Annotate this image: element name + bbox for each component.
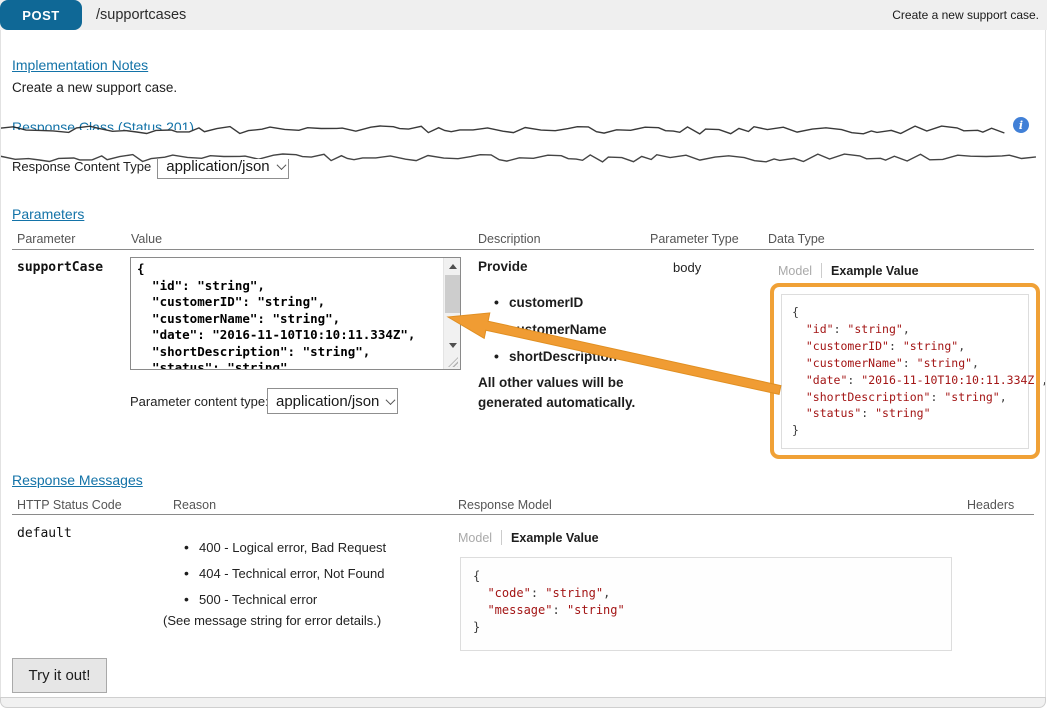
operation-panel: POST /supportcases Create a new support … (0, 0, 1047, 708)
data-type-example-box: { "id": "string", "customerID": "string"… (781, 294, 1029, 449)
list-item: customerID (492, 295, 617, 310)
description-intro: Provide (478, 259, 528, 274)
reason-list: 400 - Logical error, Bad Request 404 - T… (182, 540, 386, 607)
col-parameter: Parameter (17, 232, 75, 246)
info-icon[interactable]: i (1013, 117, 1029, 133)
parameter-content-type-label: Parameter content type: (130, 394, 269, 409)
data-type-example-json: { "id": "string", "customerID": "string"… (792, 304, 1018, 439)
response-model-tabs: Model Example Value (458, 529, 599, 547)
list-item: 500 - Technical error (182, 592, 386, 607)
chevron-down-icon (276, 160, 286, 170)
col-description: Description (478, 232, 541, 246)
operation-path[interactable]: /supportcases (96, 0, 186, 30)
supportcase-value-textarea[interactable]: { "id": "string", "customerID": "string"… (130, 257, 461, 370)
tab-model[interactable]: Model (458, 531, 492, 545)
scroll-down-button[interactable] (444, 337, 461, 353)
chevron-down-icon (386, 395, 396, 405)
implementation-notes-link[interactable]: Implementation Notes (12, 57, 148, 73)
scrollbar-thumb[interactable] (445, 275, 460, 313)
response-class-link[interactable]: Response Class (Status 201) (12, 119, 194, 130)
responses-header-rule (12, 514, 1034, 515)
response-messages-link[interactable]: Response Messages (12, 472, 143, 488)
reason-note: (See message string for error details.) (163, 613, 381, 628)
response-status-code: default (17, 526, 72, 541)
list-item: shortDescription (492, 349, 617, 364)
response-content-type-value: application/json (166, 159, 269, 175)
description-items: customerID customerName shortDescription (492, 295, 617, 364)
scroll-up-button[interactable] (444, 258, 461, 274)
info-icon-glyph: i (1019, 119, 1023, 132)
http-method-badge[interactable]: POST (0, 0, 82, 30)
col-response-model: Response Model (458, 498, 552, 512)
torn-response-class-fragment: Response Class (Status 201) (12, 119, 332, 130)
supportcase-value-text: { "id": "string", "customerID": "string"… (137, 261, 441, 369)
try-it-out-button[interactable]: Try it out! (12, 658, 107, 693)
torn-response-content-type-fragment: Response Content Type application/json (12, 159, 442, 190)
list-item: 400 - Logical error, Bad Request (182, 540, 386, 555)
operation-header: POST /supportcases Create a new support … (0, 0, 1047, 30)
col-value: Value (131, 232, 162, 246)
list-item: 404 - Technical error, Not Found (182, 566, 386, 581)
description-note: All other values will be generated autom… (478, 373, 646, 413)
col-parameter-type: Parameter Type (650, 232, 739, 246)
tab-divider (821, 263, 822, 278)
parameter-name: supportCase (17, 260, 103, 275)
operation-summary: Create a new support case. (892, 0, 1039, 30)
tab-model[interactable]: Model (778, 264, 812, 278)
implementation-notes-text: Create a new support case. (12, 80, 177, 95)
response-content-type-label: Response Content Type (12, 159, 151, 174)
scroll-down-icon (449, 343, 457, 348)
parameter-content-type-value: application/json (276, 393, 379, 410)
parameters-section-link[interactable]: Parameters (12, 206, 84, 222)
col-reason: Reason (173, 498, 216, 512)
col-headers: Headers (967, 498, 1014, 512)
parameter-content-type-select[interactable]: application/json (267, 388, 398, 414)
list-item: customerName (492, 322, 617, 337)
col-http-status-code: HTTP Status Code (17, 498, 122, 512)
resize-grip-icon[interactable] (444, 353, 460, 369)
col-data-type: Data Type (768, 232, 825, 246)
data-type-tabs: Model Example Value (778, 262, 919, 280)
response-content-type-select[interactable]: application/json (157, 159, 289, 179)
tab-example-value[interactable]: Example Value (511, 531, 599, 545)
panel-footer-bar (0, 697, 1046, 708)
parameter-type-value: body (673, 260, 701, 275)
tab-divider (501, 530, 502, 545)
parameters-header-rule (12, 249, 1034, 250)
response-model-example-box: { "code": "string", "message": "string" … (460, 557, 952, 651)
panel-right-edge (1045, 30, 1046, 700)
scroll-up-icon (449, 264, 457, 269)
panel-left-edge (0, 30, 1, 700)
tab-example-value[interactable]: Example Value (831, 264, 919, 278)
response-model-example-json: { "code": "string", "message": "string" … (473, 568, 939, 636)
